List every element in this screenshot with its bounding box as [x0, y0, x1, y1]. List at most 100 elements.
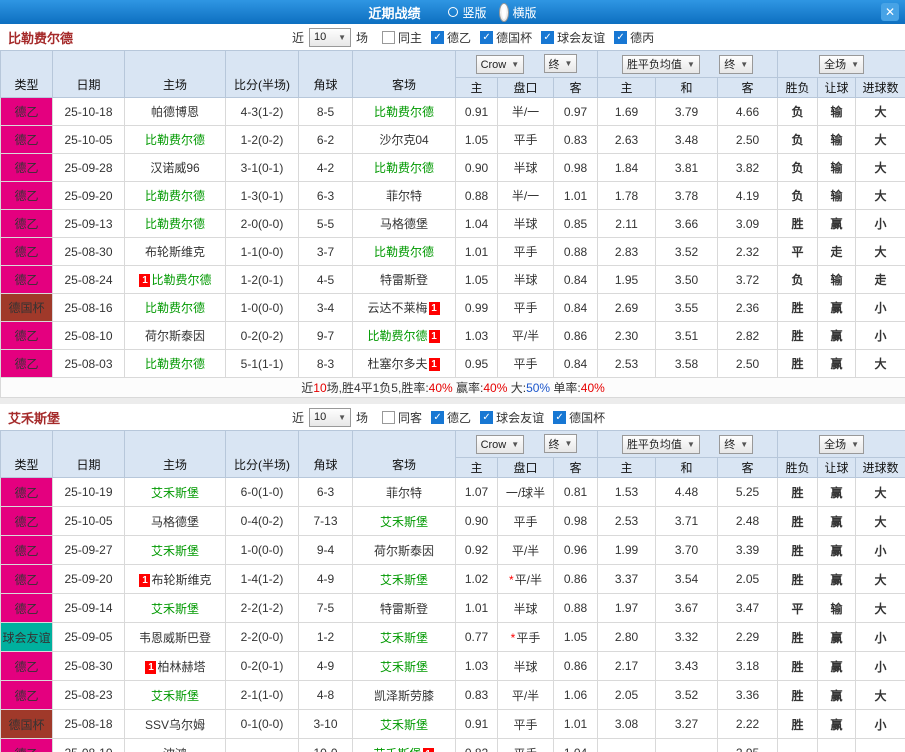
team-cell[interactable]: 艾禾斯堡	[125, 594, 226, 623]
odds-time-value: 终	[549, 56, 560, 72]
checkbox-icon[interactable]: ✓	[431, 31, 444, 44]
team-cell[interactable]: 艾禾斯堡	[353, 507, 456, 536]
match-date: 25-08-30	[53, 238, 125, 266]
avg-type-select[interactable]: 胜平负均值▼	[622, 435, 700, 454]
odds-time-select[interactable]: 终▼	[544, 434, 578, 453]
score-cell: 4-3(1-2)	[226, 98, 299, 126]
filter-checkbox-item[interactable]: ✓球会友谊	[480, 409, 544, 426]
result-cell: 胜	[778, 322, 818, 350]
odds-time-select[interactable]: 终▼	[544, 54, 578, 73]
filter-checkbox-item[interactable]: ✓球会友谊	[541, 29, 605, 46]
team-cell[interactable]: 马格德堡	[125, 507, 226, 536]
team-cell[interactable]: SSV乌尔姆	[125, 710, 226, 739]
team-cell[interactable]: 荷尔斯泰因	[125, 322, 226, 350]
filter-checkbox-item[interactable]: ✓德国杯	[480, 29, 532, 46]
bookmaker-select[interactable]: Crow▼	[476, 435, 525, 454]
team-cell[interactable]: 帕德博恩	[125, 98, 226, 126]
layout-horizontal-radio[interactable]: 横版	[499, 3, 537, 22]
team-name-text: 马格德堡	[151, 515, 199, 529]
close-icon[interactable]: ✕	[881, 3, 899, 21]
filter-checkbox-item[interactable]: ✓德丙	[614, 29, 654, 46]
team-cell[interactable]: 荷尔斯泰因	[353, 536, 456, 565]
col-goals: 进球数	[856, 78, 905, 98]
team-cell[interactable]: 比勒费尔德	[353, 238, 456, 266]
team-cell[interactable]: 布轮斯维克	[125, 238, 226, 266]
recent-count-select[interactable]: 10 ▼	[309, 28, 351, 47]
team-cell[interactable]: 云达不莱梅1	[353, 294, 456, 322]
avg-type-select[interactable]: 胜平负均值▼	[622, 55, 700, 74]
odds-away-cell: 0.86	[554, 652, 598, 681]
bookmaker-select[interactable]: Crow▼	[476, 55, 525, 74]
team-cell[interactable]: 艾禾斯堡1	[353, 739, 456, 752]
team-cell[interactable]: 1柏林赫塔	[125, 652, 226, 681]
match-row: 德乙25-10-05比勒费尔德1-2(0-2)6-2沙尔克041.05平手0.8…	[1, 126, 905, 154]
team-cell[interactable]: 1比勒费尔德	[125, 266, 226, 294]
avg-time-select[interactable]: 终▼	[719, 435, 753, 454]
team-cell[interactable]: 1布轮斯维克	[125, 565, 226, 594]
team-cell[interactable]: 艾禾斯堡	[353, 652, 456, 681]
team-name-text: 比勒费尔德	[145, 217, 205, 231]
checkbox-icon[interactable]: ✓	[553, 411, 566, 424]
checkbox-icon[interactable]: ✓	[431, 411, 444, 424]
team-cell[interactable]: 比勒费尔德	[125, 294, 226, 322]
team-cell[interactable]: 波鸿	[125, 739, 226, 752]
recent-count-select[interactable]: 10 ▼	[309, 408, 351, 427]
checkbox-icon[interactable]: ✓	[480, 411, 493, 424]
team-cell[interactable]: 艾禾斯堡	[125, 681, 226, 710]
team-cell[interactable]: 比勒费尔德	[353, 98, 456, 126]
filter-checkbox-item[interactable]: ✓德乙	[431, 29, 471, 46]
score-cell: 5-1(1-1)	[226, 350, 299, 378]
avg-time-select[interactable]: 终▼	[719, 55, 753, 74]
team-cell[interactable]: 特雷斯登	[353, 266, 456, 294]
team-cell[interactable]: 汉诺威96	[125, 154, 226, 182]
team-cell[interactable]: 比勒费尔德	[125, 182, 226, 210]
team-cell[interactable]: 艾禾斯堡	[353, 710, 456, 739]
team-cell[interactable]: 艾禾斯堡	[125, 478, 226, 507]
team-name-text: 艾禾斯堡	[151, 602, 199, 616]
filter-checkbox-item[interactable]: ✓德乙	[431, 409, 471, 426]
filter-checkbox-item[interactable]: 同主	[382, 29, 422, 46]
avg-draw-cell: 3.66	[656, 210, 718, 238]
team-cell[interactable]: 马格德堡	[353, 210, 456, 238]
team-cell[interactable]: 杜塞尔多夫1	[353, 350, 456, 378]
team-cell[interactable]: 比勒费尔德	[125, 126, 226, 154]
team-cell[interactable]: 比勒费尔德	[125, 210, 226, 238]
team-cell[interactable]: 艾禾斯堡	[353, 565, 456, 594]
team-cell[interactable]: 菲尔特	[353, 182, 456, 210]
goals-result-cell: 小	[856, 623, 905, 652]
match-scope-select[interactable]: 全场▼	[819, 55, 864, 74]
radio-selected-icon[interactable]	[499, 3, 509, 22]
team-cell[interactable]: 沙尔克04	[353, 126, 456, 154]
chevron-down-icon: ▼	[851, 440, 859, 449]
radio-unselected-icon[interactable]	[448, 7, 458, 17]
checkbox-icon[interactable]	[382, 31, 395, 44]
checkbox-icon[interactable]: ✓	[541, 31, 554, 44]
odds-away-cell: 0.97	[554, 98, 598, 126]
team2-name[interactable]: 艾禾斯堡	[0, 408, 292, 427]
team-cell[interactable]: 特雷斯登	[353, 594, 456, 623]
layout-vertical-radio[interactable]: 竖版	[448, 4, 486, 21]
match-scope-select[interactable]: 全场▼	[819, 435, 864, 454]
handicap-cell: *平手	[498, 623, 554, 652]
checkbox-icon[interactable]: ✓	[614, 31, 627, 44]
odds-away-cell: 0.86	[554, 565, 598, 594]
filter-checkbox-item[interactable]: 同客	[382, 409, 422, 426]
result-cell: 胜	[778, 507, 818, 536]
checkbox-icon[interactable]: ✓	[480, 31, 493, 44]
team-cell[interactable]: 比勒费尔德	[353, 154, 456, 182]
result-cell: 胜	[778, 478, 818, 507]
filter-checkbox-item[interactable]: ✓德国杯	[553, 409, 605, 426]
corner-cell: 9-7	[299, 322, 353, 350]
team1-name[interactable]: 比勒费尔德	[0, 28, 292, 47]
team-cell[interactable]: 艾禾斯堡	[353, 623, 456, 652]
team-cell[interactable]: 比勒费尔德	[125, 350, 226, 378]
handicap-cell: 平手	[498, 507, 554, 536]
team-cell[interactable]: 比勒费尔德1	[353, 322, 456, 350]
checkbox-label: 球会友谊	[557, 29, 605, 46]
checkbox-icon[interactable]	[382, 411, 395, 424]
match-date: 25-09-05	[53, 623, 125, 652]
team-cell[interactable]: 韦恩威斯巴登	[125, 623, 226, 652]
team-cell[interactable]: 菲尔特	[353, 478, 456, 507]
team-cell[interactable]: 凯泽斯劳膝	[353, 681, 456, 710]
team-cell[interactable]: 艾禾斯堡	[125, 536, 226, 565]
